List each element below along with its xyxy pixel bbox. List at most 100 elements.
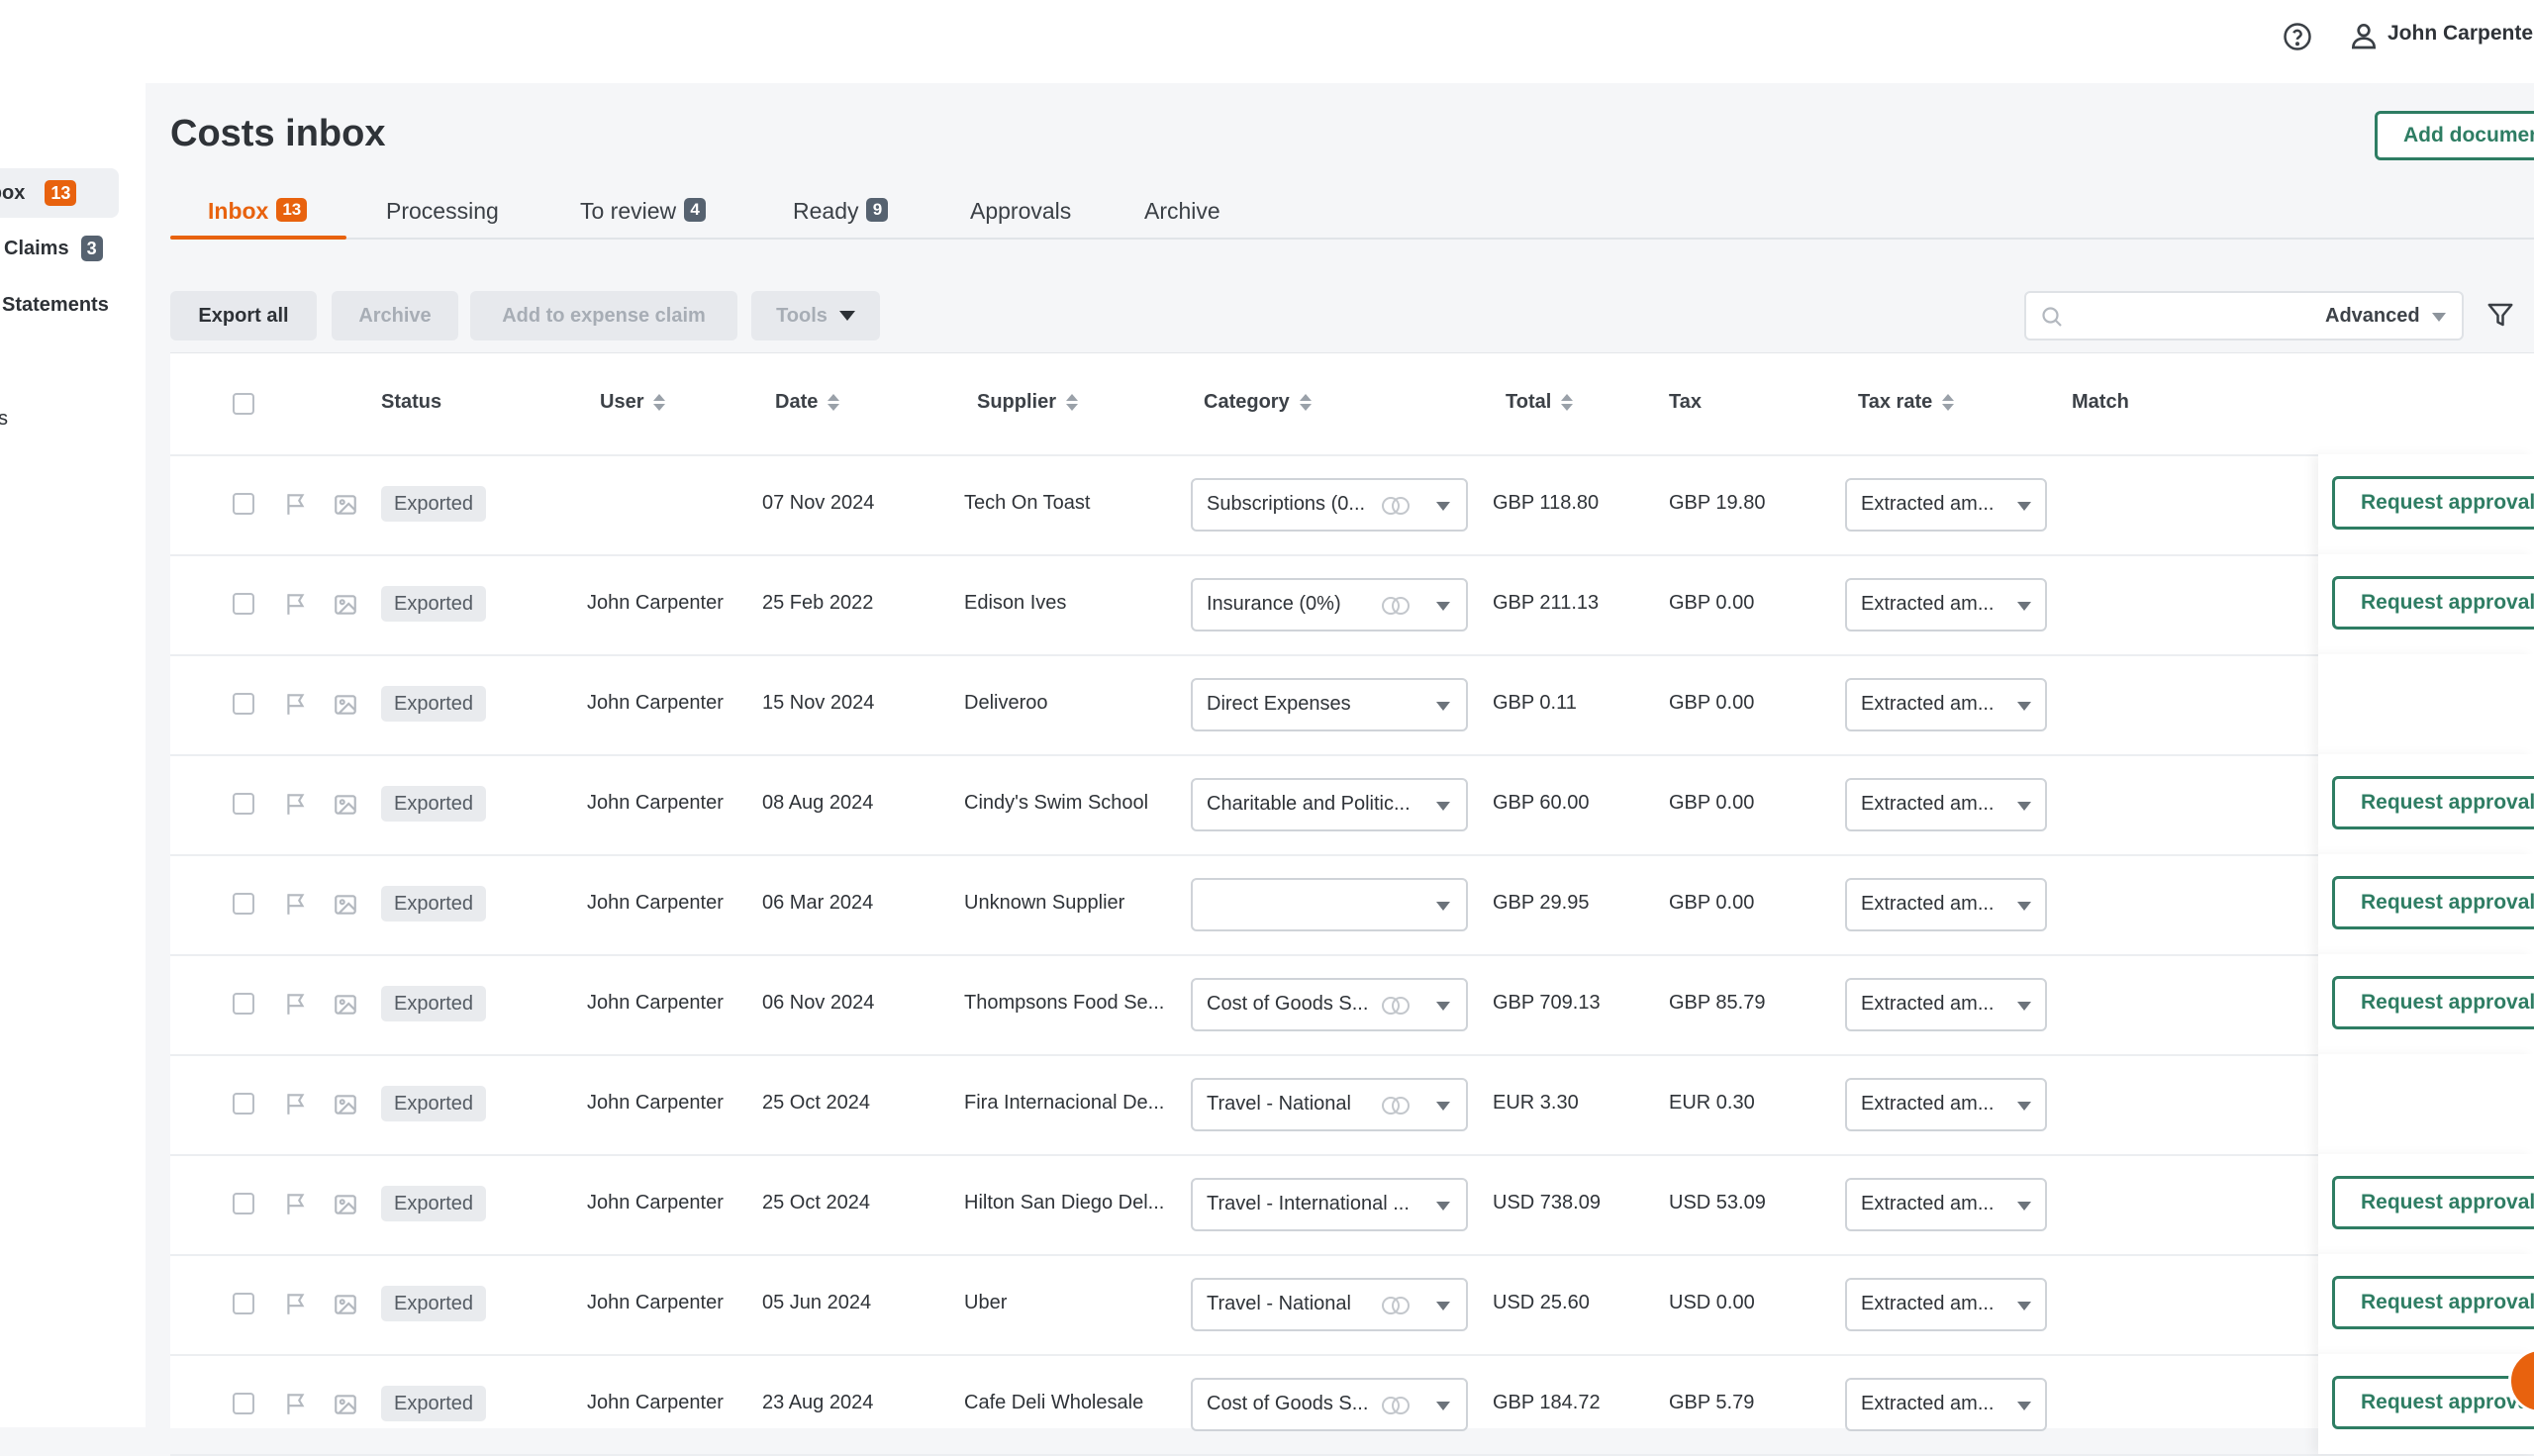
status-badge: Exported [381, 1286, 487, 1321]
category-select[interactable]: Travel - International ... [1191, 1178, 1468, 1231]
export-all-button[interactable]: Export all [170, 291, 317, 340]
tab-archive[interactable]: Archive [1144, 188, 1220, 238]
chevron-down-icon [2017, 1302, 2031, 1310]
row-checkbox[interactable] [233, 1293, 254, 1314]
column-date[interactable]: Date [775, 391, 840, 414]
image-icon[interactable] [332, 1192, 359, 1217]
image-icon[interactable] [332, 1392, 359, 1417]
table-row[interactable]: Exported John Carpenter 25 Feb 2022 Edison … [170, 554, 2534, 656]
select-all-checkbox[interactable] [233, 393, 254, 415]
tax-rate-select[interactable]: Extracted am... [1845, 978, 2047, 1031]
request-approval-button[interactable]: Request approval [2332, 876, 2534, 929]
tax-rate-select[interactable]: Extracted am... [1845, 478, 2047, 532]
sidebar-item-more[interactable]: s [0, 394, 117, 443]
add-document-button[interactable]: Add document [2375, 111, 2534, 160]
archive-button[interactable]: Archive [332, 291, 458, 340]
request-approval-button[interactable]: Request approval [2332, 1176, 2534, 1229]
flag-icon[interactable] [283, 790, 309, 818]
tab-ready[interactable]: Ready 9 [793, 188, 889, 238]
table-row[interactable]: Exported John Carpenter 08 Aug 2024 Cindy's… [170, 754, 2534, 856]
tools-dropdown[interactable]: Tools [751, 291, 880, 340]
row-checkbox[interactable] [233, 993, 254, 1015]
chevron-down-icon [2017, 502, 2031, 511]
table-row[interactable]: Exported John Carpenter 15 Nov 2024 Deliver… [170, 654, 2534, 756]
request-approval-button[interactable]: Request approval [2332, 976, 2534, 1029]
category-select[interactable]: Travel - National [1191, 1278, 1468, 1331]
sidebar-item-statements[interactable]: Statements [2, 280, 121, 330]
image-icon[interactable] [332, 492, 359, 518]
add-to-expense-claim-button[interactable]: Add to expense claim [470, 291, 737, 340]
tab-to-review[interactable]: To review 4 [580, 188, 707, 238]
row-checkbox[interactable] [233, 1193, 254, 1214]
category-select[interactable]: Cost of Goods S... [1191, 978, 1468, 1031]
column-total[interactable]: Total [1506, 391, 1574, 414]
category-select[interactable]: Subscriptions (0... [1191, 478, 1468, 532]
category-select[interactable]: Travel - National [1191, 1078, 1468, 1131]
category-select[interactable]: Insurance (0%) [1191, 578, 1468, 631]
table-row[interactable]: Exported 07 Nov 2024 Tech On Toast Subscrip… [170, 454, 2534, 556]
user-icon[interactable] [2348, 20, 2380, 51]
filter-icon[interactable] [2485, 299, 2515, 331]
table-row[interactable]: Exported John Carpenter 05 Jun 2024 Uber Tra… [170, 1254, 2534, 1356]
image-icon[interactable] [332, 892, 359, 918]
sidebar-item-inbox[interactable]: Inbox 13 [0, 168, 119, 218]
request-approval-button[interactable]: Request approval [2332, 776, 2534, 829]
row-checkbox[interactable] [233, 1393, 254, 1414]
tab-inbox[interactable]: Inbox 13 [170, 188, 346, 240]
table-row[interactable]: Exported John Carpenter 06 Nov 2024 Thompso… [170, 954, 2534, 1056]
flag-icon[interactable] [283, 590, 309, 618]
flag-icon[interactable] [283, 990, 309, 1018]
row-checkbox[interactable] [233, 593, 254, 615]
row-checkbox[interactable] [233, 893, 254, 915]
row-checkbox[interactable] [233, 1093, 254, 1115]
tax-rate-select[interactable]: Extracted am... [1845, 578, 2047, 631]
category-select[interactable]: Charitable and Politic... [1191, 778, 1468, 831]
request-approval-button[interactable]: Request approval [2332, 1376, 2534, 1429]
search-input[interactable] [2072, 301, 2293, 333]
image-icon[interactable] [332, 992, 359, 1018]
image-icon[interactable] [332, 692, 359, 718]
flag-icon[interactable] [283, 690, 309, 718]
category-select[interactable]: Direct Expenses [1191, 678, 1468, 731]
tax-rate-select[interactable]: Extracted am... [1845, 1178, 2047, 1231]
flag-icon[interactable] [283, 490, 309, 518]
table-row[interactable]: Exported John Carpenter 25 Oct 2024 Fira In… [170, 1054, 2534, 1156]
request-approval-button[interactable]: Request approval [2332, 476, 2534, 530]
tax-rate-select[interactable]: Extracted am... [1845, 1378, 2047, 1431]
image-icon[interactable] [332, 592, 359, 618]
image-icon[interactable] [332, 792, 359, 818]
tax-rate-select[interactable]: Extracted am... [1845, 1078, 2047, 1131]
table-row[interactable]: Exported John Carpenter 23 Aug 2024 Cafe De… [170, 1354, 2534, 1456]
user-menu-name[interactable]: John Carpenter [2388, 22, 2534, 46]
flag-icon[interactable] [283, 1190, 309, 1217]
help-icon[interactable] [2283, 22, 2312, 51]
table-row[interactable]: Exported John Carpenter 06 Mar 2024 Unknown… [170, 854, 2534, 956]
flag-icon[interactable] [283, 1090, 309, 1117]
image-icon[interactable] [332, 1292, 359, 1317]
request-approval-button[interactable]: Request approval [2332, 576, 2534, 630]
tab-approvals[interactable]: Approvals [970, 188, 1071, 238]
tab-processing[interactable]: Processing [386, 188, 499, 238]
row-checkbox[interactable] [233, 493, 254, 515]
flag-icon[interactable] [283, 1390, 309, 1417]
column-category[interactable]: Category [1204, 391, 1312, 414]
tax-rate-select[interactable]: Extracted am... [1845, 878, 2047, 931]
flag-icon[interactable] [283, 1290, 309, 1317]
ai-suggestion-icon [1382, 597, 1410, 615]
sidebar-item-claims[interactable]: Claims 3 [4, 224, 123, 273]
table-row[interactable]: Exported John Carpenter 25 Oct 2024 Hilton … [170, 1154, 2534, 1256]
tax-rate-select[interactable]: Extracted am... [1845, 1278, 2047, 1331]
category-select[interactable]: Cost of Goods S... [1191, 1378, 1468, 1431]
column-tax-rate[interactable]: Tax rate [1858, 391, 1955, 414]
flag-icon[interactable] [283, 890, 309, 918]
tax-rate-select[interactable]: Extracted am... [1845, 678, 2047, 731]
column-user[interactable]: User [600, 391, 666, 414]
request-approval-button[interactable]: Request approval [2332, 1276, 2534, 1329]
row-checkbox[interactable] [233, 693, 254, 715]
image-icon[interactable] [332, 1092, 359, 1117]
advanced-search-toggle[interactable]: Advanced [2325, 305, 2420, 328]
column-supplier[interactable]: Supplier [977, 391, 1079, 414]
tax-rate-select[interactable]: Extracted am... [1845, 778, 2047, 831]
row-checkbox[interactable] [233, 793, 254, 815]
category-select[interactable] [1191, 878, 1468, 931]
